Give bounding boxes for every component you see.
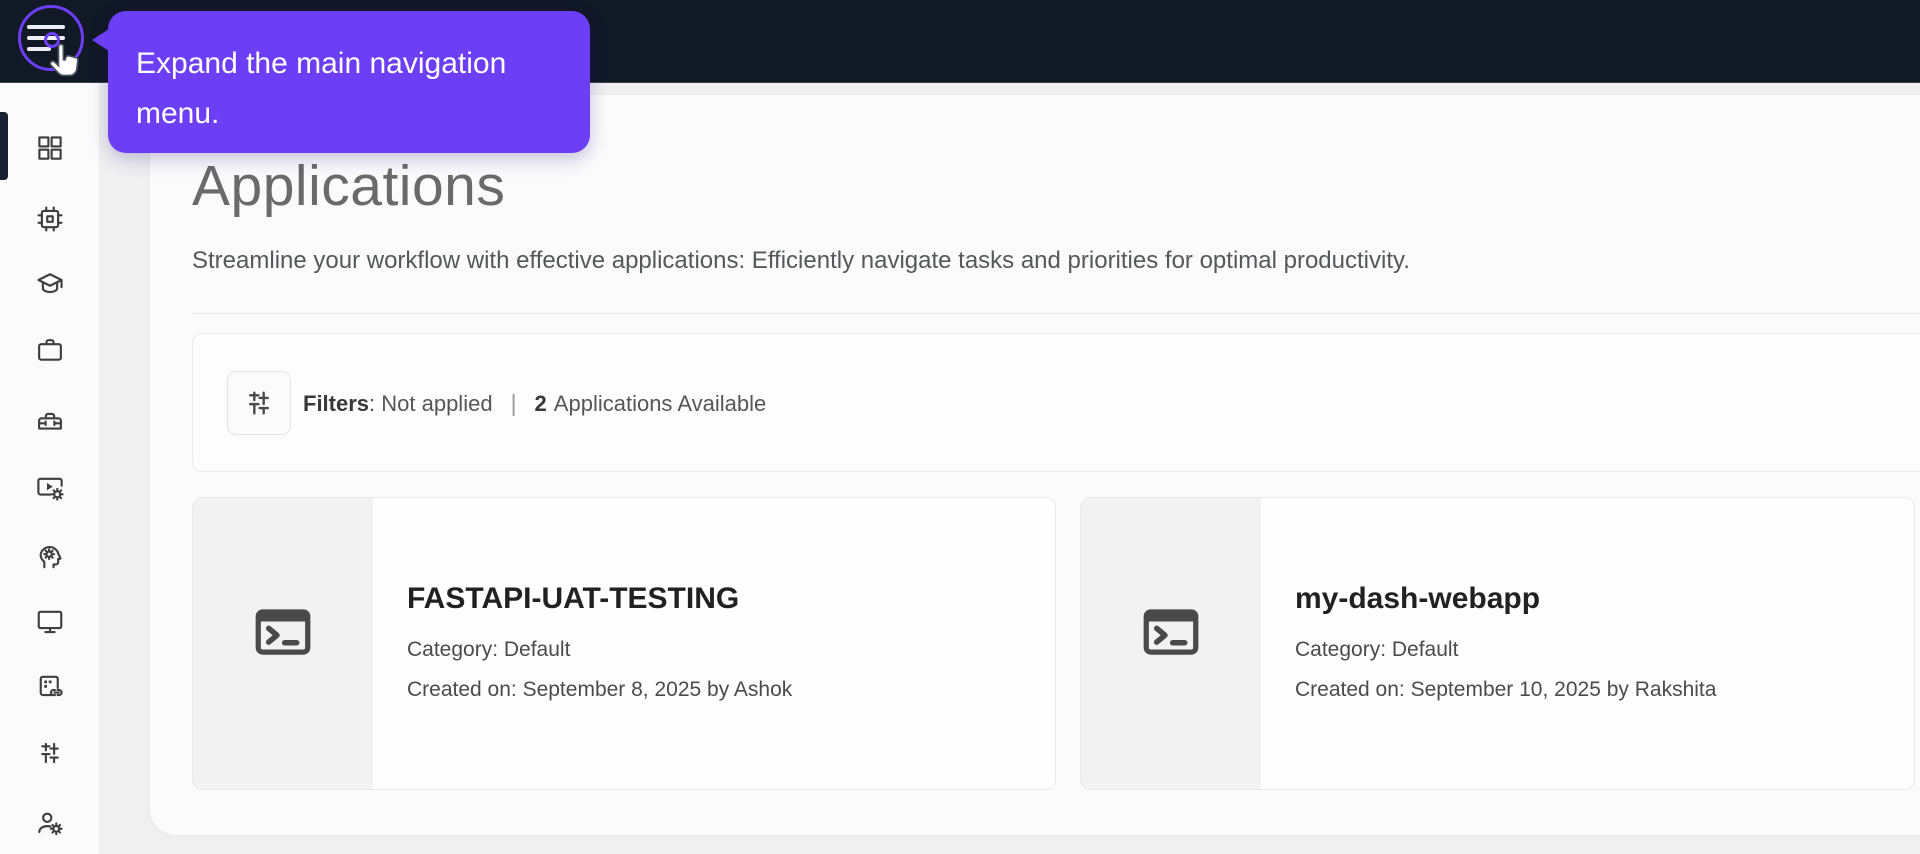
app-created: Created on: September 10, 2025 by Rakshi… (1295, 678, 1717, 701)
sidebar-item-user-gear[interactable] (35, 808, 65, 838)
sidebar-item-monitor[interactable] (35, 606, 65, 636)
filters-separator: | (510, 390, 517, 416)
application-card[interactable]: my-dash-webapp Category: Default Created o… (1080, 497, 1915, 790)
sidebar-item-psychology[interactable] (35, 541, 65, 571)
app-icon-panel (1081, 498, 1261, 789)
page-subtitle: Streamline your workflow with effective … (192, 247, 1410, 274)
applications-count: 2 (534, 390, 547, 416)
sidebar-item-chip[interactable] (35, 204, 65, 234)
app-created: Created on: September 8, 2025 by Ashok (407, 678, 793, 701)
briefcase-icon (38, 339, 62, 361)
toolbox-icon (38, 412, 62, 430)
main-content-panel: Applications Streamline your workflow wi… (150, 95, 1920, 835)
terminal-icon (255, 609, 311, 655)
chip-icon (37, 206, 63, 232)
coachmark-text: Expand the main navigation menu. (136, 47, 507, 130)
sidebar-item-graduation-cap[interactable] (35, 269, 65, 299)
video-settings-icon (37, 477, 64, 501)
filters-status: : Not applied (369, 390, 493, 416)
sliders-icon (41, 742, 59, 764)
sidebar-item-briefcase[interactable] (35, 335, 65, 365)
sidebar-item-toolbox[interactable] (35, 405, 65, 435)
left-icon-sidebar (0, 83, 100, 854)
graduation-cap-icon (37, 273, 63, 294)
sidebar-item-video-settings[interactable] (35, 472, 65, 502)
application-card[interactable]: FASTAPI-UAT-TESTING Category: Default Crea… (192, 497, 1056, 790)
hamburger-menu-icon[interactable] (27, 24, 71, 58)
page-title: Applications (192, 154, 506, 218)
filters-bar: Filters: Not applied | 2 Applications Av… (192, 333, 1920, 472)
grid-icon (38, 136, 62, 160)
sidebar-item-grid[interactable] (35, 133, 65, 163)
filters-summary: Filters: Not applied | 2 Applications Av… (303, 334, 766, 473)
terminal-icon (1143, 609, 1199, 655)
filters-label: Filters (303, 390, 370, 416)
filter-sliders-icon[interactable] (227, 371, 291, 435)
psychology-icon (39, 546, 62, 569)
app-icon-panel (193, 498, 373, 789)
user-gear-icon (38, 812, 63, 836)
header-divider (192, 313, 1920, 314)
card-link-icon (39, 675, 63, 697)
active-item-indicator (0, 112, 8, 180)
coachmark-tooltip: Expand the main navigation menu. (92, 11, 590, 153)
monitor-icon (37, 610, 63, 634)
app-category: Category: Default (1295, 638, 1459, 661)
sidebar-item-sliders[interactable] (35, 738, 65, 768)
applications-count-label: Applications Available (553, 390, 767, 416)
app-category: Category: Default (407, 638, 571, 661)
sidebar-item-card-link[interactable] (35, 672, 65, 702)
app-name: FASTAPI-UAT-TESTING (407, 582, 740, 615)
app-name: my-dash-webapp (1295, 582, 1541, 615)
